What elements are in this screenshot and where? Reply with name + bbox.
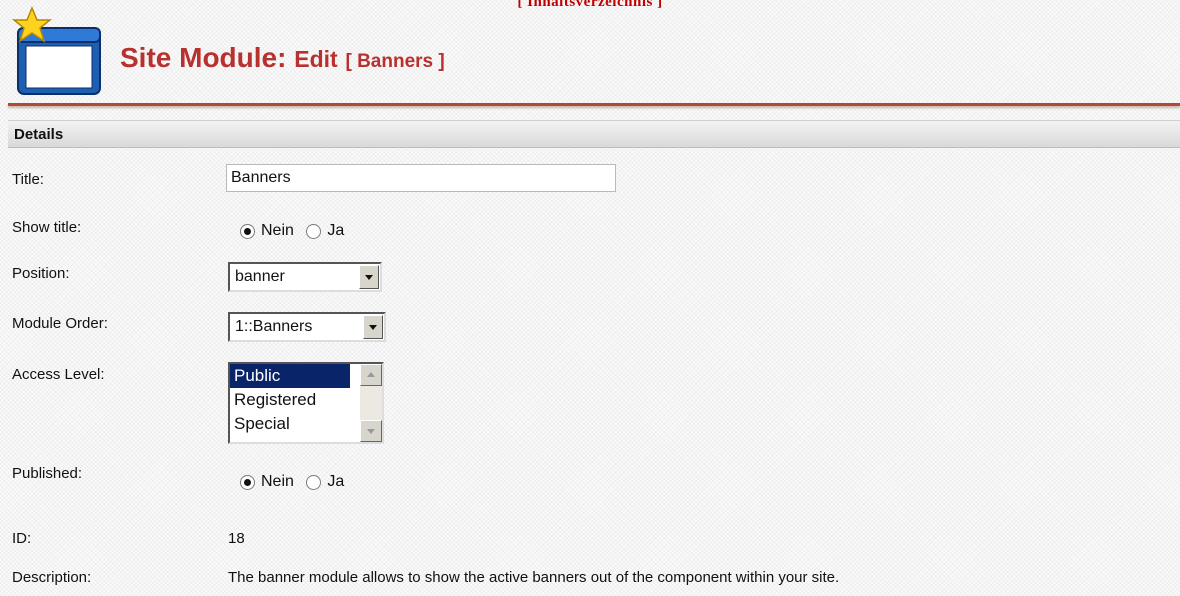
module-window-star-icon	[11, 6, 101, 95]
id-value: 18	[228, 530, 245, 547]
module-order-select[interactable]: 1::Banners	[228, 312, 386, 342]
section-header-details: Details	[8, 120, 1180, 148]
published-nein-label: Nein	[261, 473, 294, 490]
page-title-main: Site Module:	[120, 42, 287, 73]
header-divider	[8, 103, 1180, 106]
access-option-registered[interactable]: Registered	[230, 388, 350, 412]
chevron-down-icon[interactable]	[363, 315, 383, 339]
module-order-label: Module Order:	[12, 315, 108, 332]
show-title-nein-radio[interactable]	[240, 223, 255, 239]
show-title-ja-radio[interactable]	[306, 223, 322, 239]
published-radio-group: Nein Ja	[240, 473, 352, 491]
page-title-bracket: [ Banners ]	[345, 51, 445, 72]
scroll-down-icon[interactable]	[360, 420, 382, 442]
title-input[interactable]: Banners	[226, 164, 616, 192]
id-label: ID:	[12, 530, 32, 547]
show-title-radio-group: Nein Ja	[240, 222, 352, 240]
access-level-label: Access Level:	[12, 366, 105, 383]
position-select-value: banner	[235, 268, 285, 285]
description-value: The banner module allows to show the act…	[228, 569, 840, 586]
module-order-select-value: 1::Banners	[235, 318, 313, 335]
published-ja-radio[interactable]	[306, 474, 322, 490]
page-title: Site Module: Edit [ Banners ]	[120, 42, 445, 74]
position-label: Position:	[12, 265, 70, 282]
page-header: Site Module: Edit [ Banners ]	[8, 6, 1168, 98]
listbox-scrollbar[interactable]	[360, 364, 382, 442]
page-title-action: Edit	[294, 46, 338, 72]
scroll-up-icon[interactable]	[360, 364, 382, 386]
show-title-label: Show title:	[12, 219, 82, 236]
description-label: Description:	[12, 569, 92, 586]
chevron-down-icon[interactable]	[359, 265, 379, 289]
access-level-listbox[interactable]: Public Registered Special	[228, 362, 384, 444]
access-option-special[interactable]: Special	[230, 412, 350, 436]
show-title-nein-label: Nein	[261, 222, 294, 239]
title-label: Title:	[12, 171, 44, 188]
show-title-ja-label: Ja	[327, 222, 345, 239]
published-nein-radio[interactable]	[240, 474, 255, 490]
published-ja-label: Ja	[327, 473, 345, 490]
position-select[interactable]: banner	[228, 262, 382, 292]
access-option-public[interactable]: Public	[230, 364, 350, 388]
published-label: Published:	[12, 465, 83, 482]
